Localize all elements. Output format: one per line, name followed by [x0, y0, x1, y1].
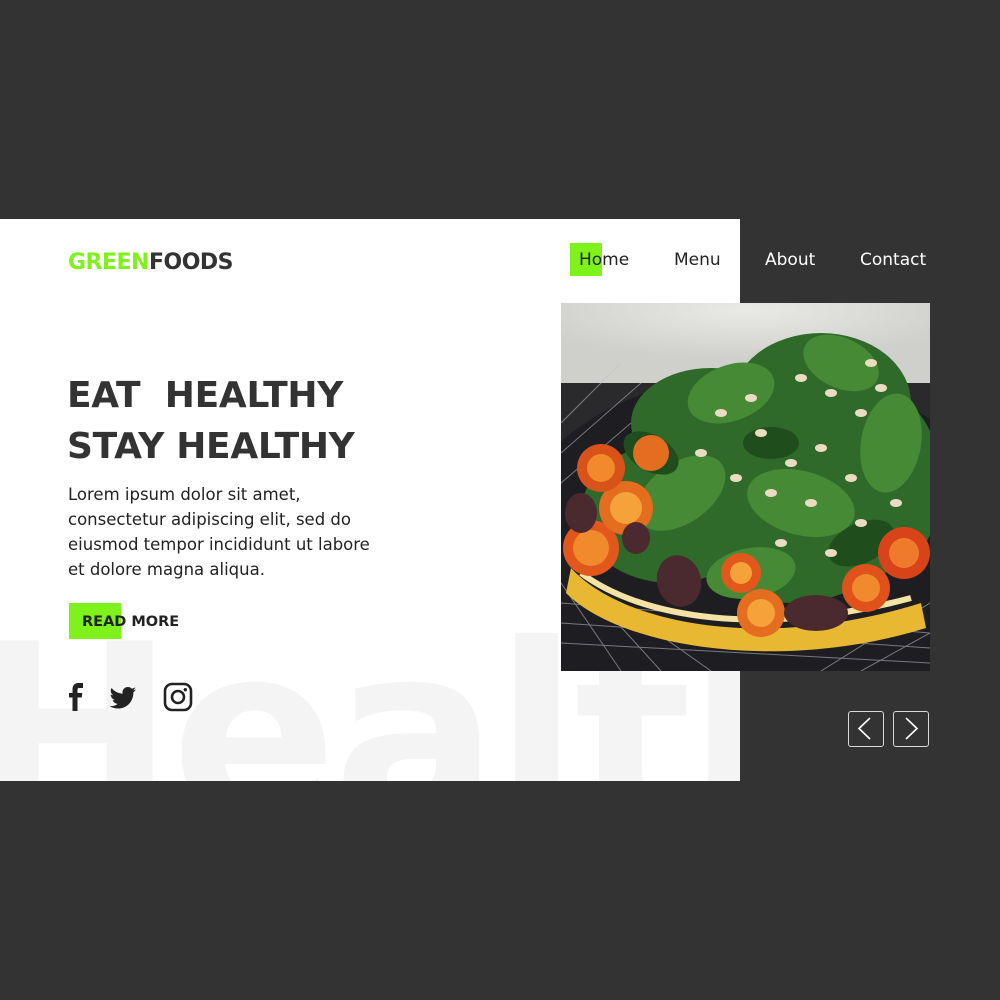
hero-description: Lorem ipsum dolor sit amet, consectetur … — [68, 485, 370, 579]
instagram-icon[interactable] — [163, 682, 193, 712]
nav-item-about[interactable]: About — [765, 244, 815, 278]
read-more-button[interactable]: READ MORE — [82, 610, 179, 634]
nav-item-contact[interactable]: Contact — [860, 244, 926, 278]
twitter-icon[interactable] — [108, 682, 138, 712]
salad-image — [561, 303, 930, 671]
slider-next-button[interactable] — [893, 711, 929, 747]
chevron-right-icon — [905, 717, 919, 740]
headline-line-1: EAT HEALTHY — [67, 375, 343, 416]
facebook-icon[interactable] — [66, 682, 86, 712]
nav-item-menu[interactable]: Menu — [674, 244, 721, 278]
headline-line-2: STAY HEALTHY — [67, 426, 355, 467]
slider-prev-button[interactable] — [848, 711, 884, 747]
hero-headline: EAT HEALTHY STAY HEALTHY — [67, 370, 355, 472]
nav-item-home[interactable]: Home — [570, 244, 629, 278]
chevron-left-icon — [857, 717, 871, 740]
main-nav: Home Menu About Contact — [0, 244, 1000, 278]
